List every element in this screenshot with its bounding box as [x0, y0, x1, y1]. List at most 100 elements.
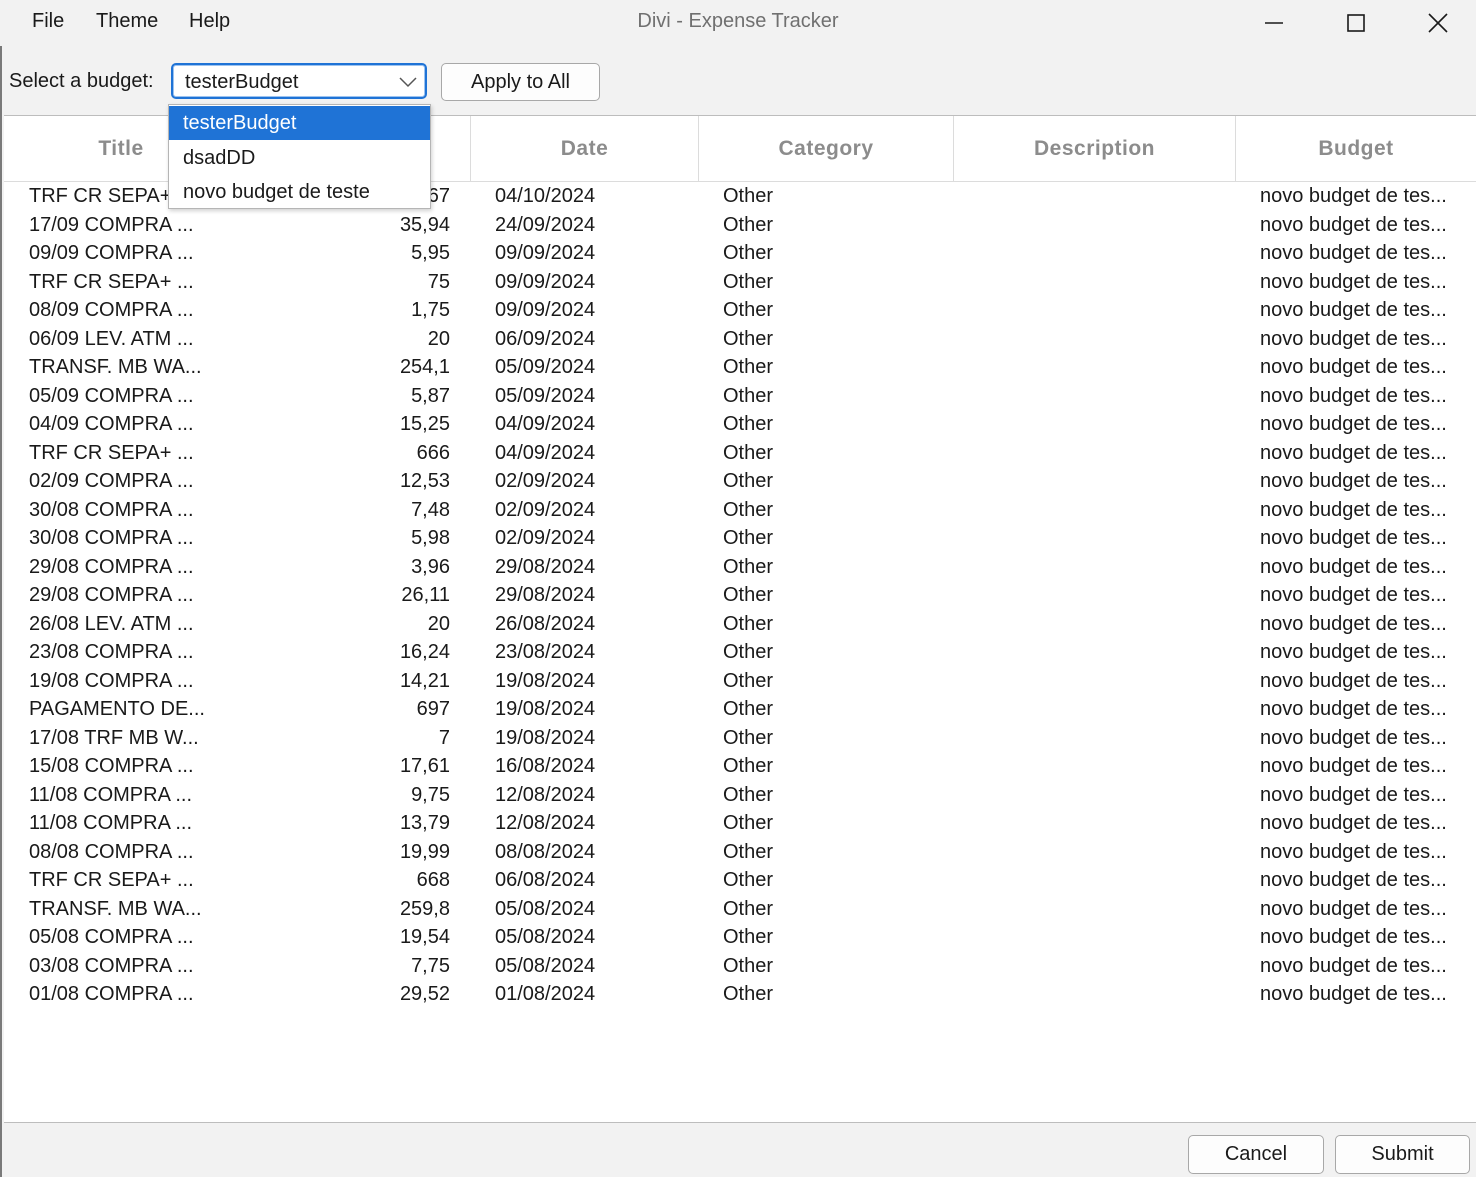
table-row[interactable]: 01/08 COMPRA ... 29,52 01/08/2024 Other novo…	[4, 981, 1476, 1010]
cell-amount: 666	[416, 441, 450, 464]
cell-amount: 19,54	[399, 926, 450, 948]
cell-budget: novo budget de tes...	[1260, 555, 1447, 578]
cell-category: Other	[723, 356, 774, 378]
cell-title: 06/09 LEV. ATM ...	[29, 327, 194, 350]
table-row[interactable]: 05/08 COMPRA ... 19,54 05/08/2024 Other novo…	[4, 924, 1476, 953]
table-row[interactable]: TRANSF. MB WA... 259,8 05/08/2024 Other novo…	[4, 896, 1476, 925]
maximize-button[interactable]	[1316, 0, 1396, 46]
table-row[interactable]: 02/09 COMPRA ... 12,53 02/09/2024 Other novo…	[4, 468, 1476, 497]
cell-title: 05/08 COMPRA ...	[29, 926, 194, 948]
cell-title: 29/08 COMPRA ...	[29, 555, 194, 578]
cell-title: 19/08 COMPRA ...	[29, 669, 194, 692]
column-header-description[interactable]: Description	[954, 116, 1236, 181]
dropdown-option[interactable]: testerBudget	[169, 106, 430, 140]
table-row[interactable]: 19/08 COMPRA ... 14,21 19/08/2024 Other novo…	[4, 668, 1476, 697]
table-row[interactable]: 17/09 COMPRA ... 35,94 24/09/2024 Other novo…	[4, 212, 1476, 241]
table-row[interactable]: 08/08 COMPRA ... 19,99 08/08/2024 Other novo…	[4, 839, 1476, 868]
table-row[interactable]: 29/08 COMPRA ... 3,96 29/08/2024 Other novo …	[4, 554, 1476, 583]
cell-title: 03/08 COMPRA ...	[29, 954, 194, 977]
cell-date: 05/09/2024	[495, 384, 596, 407]
cell-budget: novo budget de tes...	[1260, 812, 1447, 834]
submit-button[interactable]: Submit	[1335, 1135, 1470, 1174]
cell-budget: novo budget de tes...	[1260, 584, 1447, 606]
cell-amount: 7,48	[411, 498, 450, 521]
cell-title: 08/08 COMPRA ...	[29, 840, 194, 863]
cell-budget: novo budget de tes...	[1260, 612, 1447, 635]
table-row[interactable]: 29/08 COMPRA ... 26,11 29/08/2024 Other novo…	[4, 582, 1476, 611]
cell-date: 04/10/2024	[495, 185, 596, 207]
menu-theme[interactable]: Theme	[96, 10, 158, 33]
cell-date: 23/08/2024	[495, 641, 596, 663]
table-row[interactable]: TRF CR SEPA+ ... 75 09/09/2024 Other novo bu…	[4, 269, 1476, 298]
cell-category: Other	[723, 983, 774, 1005]
cell-category: Other	[723, 527, 774, 549]
column-header-category[interactable]: Category	[699, 116, 954, 181]
table-row[interactable]: 17/08 TRF MB W... 7 19/08/2024 Other novo bu…	[4, 725, 1476, 754]
dropdown-option[interactable]: dsadDD	[169, 141, 430, 175]
cell-title: 15/08 COMPRA ...	[29, 755, 194, 777]
table-row[interactable]: TRF CR SEPA+ ... 666 04/09/2024 Other novo b…	[4, 440, 1476, 469]
table-row[interactable]: 30/08 COMPRA ... 7,48 02/09/2024 Other novo …	[4, 497, 1476, 526]
table-row[interactable]: 06/09 LEV. ATM ... 20 06/09/2024 Other novo …	[4, 326, 1476, 355]
table-row[interactable]: 04/09 COMPRA ... 15,25 04/09/2024 Other novo…	[4, 411, 1476, 440]
column-header-date[interactable]: Date	[471, 116, 699, 181]
budget-select-value: testerBudget	[185, 71, 299, 93]
cell-title: 30/08 COMPRA ...	[29, 498, 194, 521]
cell-category: Other	[723, 299, 774, 321]
cell-budget: novo budget de tes...	[1260, 669, 1447, 692]
cell-amount: 19,99	[399, 840, 450, 863]
cell-budget: novo budget de tes...	[1260, 726, 1447, 749]
cell-budget: novo budget de tes...	[1260, 213, 1447, 236]
table-row[interactable]: PAGAMENTO DE... 697 19/08/2024 Other novo bu…	[4, 696, 1476, 725]
cell-title: 09/09 COMPRA ...	[29, 242, 194, 264]
table-row[interactable]: 11/08 COMPRA ... 13,79 12/08/2024 Other novo…	[4, 810, 1476, 839]
cell-budget: novo budget de tes...	[1260, 698, 1447, 720]
cell-title: TRF CR SEPA+ ...	[29, 869, 194, 891]
cell-amount: 5,87	[411, 384, 450, 407]
cell-budget: novo budget de tes...	[1260, 869, 1447, 891]
cell-category: Other	[723, 755, 774, 777]
cell-date: 09/09/2024	[495, 270, 596, 293]
cell-amount: 13,79	[399, 812, 450, 834]
menu-file[interactable]: File	[32, 10, 64, 33]
column-header-budget[interactable]: Budget	[1236, 116, 1476, 181]
window-border	[0, 0, 2, 1177]
table-row[interactable]: 11/08 COMPRA ... 9,75 12/08/2024 Other novo …	[4, 782, 1476, 811]
cell-amount: 3,96	[411, 555, 450, 578]
cell-budget: novo budget de tes...	[1260, 755, 1447, 777]
cell-title: TRANSF. MB WA...	[29, 356, 202, 378]
budget-select[interactable]: testerBudget	[171, 63, 427, 99]
table-row[interactable]: 08/09 COMPRA ... 1,75 09/09/2024 Other novo …	[4, 297, 1476, 326]
table-row[interactable]: 26/08 LEV. ATM ... 20 26/08/2024 Other novo …	[4, 611, 1476, 640]
cell-budget: novo budget de tes...	[1260, 441, 1447, 464]
apply-to-all-button[interactable]: Apply to All	[441, 63, 600, 101]
cell-date: 24/09/2024	[495, 213, 596, 236]
table-row[interactable]: TRF CR SEPA+ ... 668 06/08/2024 Other novo b…	[4, 867, 1476, 896]
cell-amount: 697	[416, 698, 450, 720]
cell-amount: 12,53	[399, 470, 450, 492]
cell-budget: novo budget de tes...	[1260, 299, 1447, 321]
cancel-button[interactable]: Cancel	[1188, 1135, 1324, 1174]
minimize-button[interactable]	[1234, 0, 1314, 46]
cell-title: 05/09 COMPRA ...	[29, 384, 194, 407]
table-row[interactable]: 09/09 COMPRA ... 5,95 09/09/2024 Other novo …	[4, 240, 1476, 269]
dropdown-option[interactable]: novo budget de teste	[169, 175, 430, 209]
cell-category: Other	[723, 612, 774, 635]
cell-date: 16/08/2024	[495, 755, 596, 777]
table-row[interactable]: 23/08 COMPRA ... 16,24 23/08/2024 Other novo…	[4, 639, 1476, 668]
cell-date: 02/09/2024	[495, 498, 596, 521]
close-button[interactable]	[1398, 0, 1476, 46]
menu-help[interactable]: Help	[189, 10, 230, 33]
table-row[interactable]: TRANSF. MB WA... 254,1 05/09/2024 Other novo…	[4, 354, 1476, 383]
cell-date: 29/08/2024	[495, 555, 596, 578]
table-row[interactable]: 05/09 COMPRA ... 5,87 05/09/2024 Other novo …	[4, 383, 1476, 412]
cell-title: 08/09 COMPRA ...	[29, 299, 194, 321]
cell-date: 05/09/2024	[495, 356, 596, 378]
table-row[interactable]: 30/08 COMPRA ... 5,98 02/09/2024 Other novo …	[4, 525, 1476, 554]
cell-date: 05/08/2024	[495, 926, 596, 948]
cell-category: Other	[723, 783, 774, 806]
table-row[interactable]: 15/08 COMPRA ... 17,61 16/08/2024 Other novo…	[4, 753, 1476, 782]
table-row[interactable]: 03/08 COMPRA ... 7,75 05/08/2024 Other novo …	[4, 953, 1476, 982]
cell-category: Other	[723, 869, 774, 891]
cell-category: Other	[723, 384, 774, 407]
